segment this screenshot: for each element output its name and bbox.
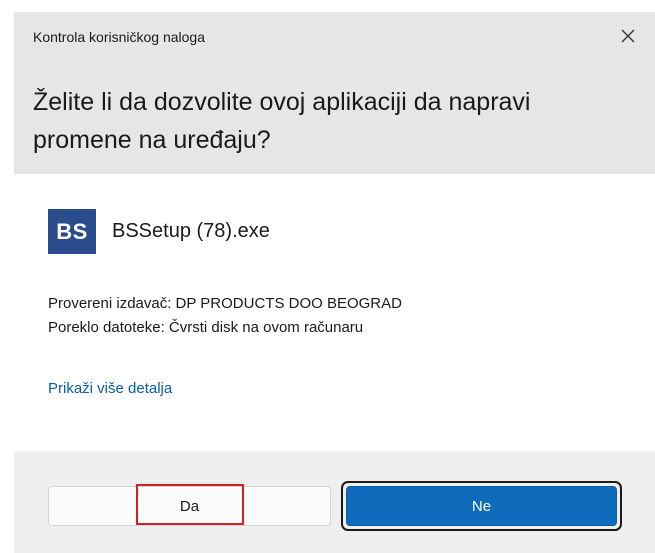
yes-button[interactable]: Da xyxy=(48,486,331,526)
app-row: BS BSSetup (78).exe xyxy=(48,209,270,254)
app-name: BSSetup (78).exe xyxy=(112,220,270,242)
dialog-question: Želite li da dozvolite ovoj aplikaciji d… xyxy=(33,88,531,154)
app-info: Provereni izdavač: DP PRODUCTS DOO BEOGR… xyxy=(48,292,402,340)
window-title: Kontrola korisničkog naloga xyxy=(33,29,205,45)
close-icon xyxy=(621,29,635,43)
uac-dialog: Kontrola korisničkog naloga Želite li da… xyxy=(0,0,655,553)
origin-text: Poreklo datoteke: Čvrsti disk na ovom ra… xyxy=(48,319,364,336)
no-button[interactable]: Ne xyxy=(346,486,617,526)
app-logo: BS xyxy=(48,209,96,254)
close-button[interactable] xyxy=(612,20,644,52)
publisher-text: Provereni izdavač: DP PRODUCTS DOO BEOGR… xyxy=(48,295,402,312)
show-details-link[interactable]: Prikaži više detalja xyxy=(48,380,172,397)
